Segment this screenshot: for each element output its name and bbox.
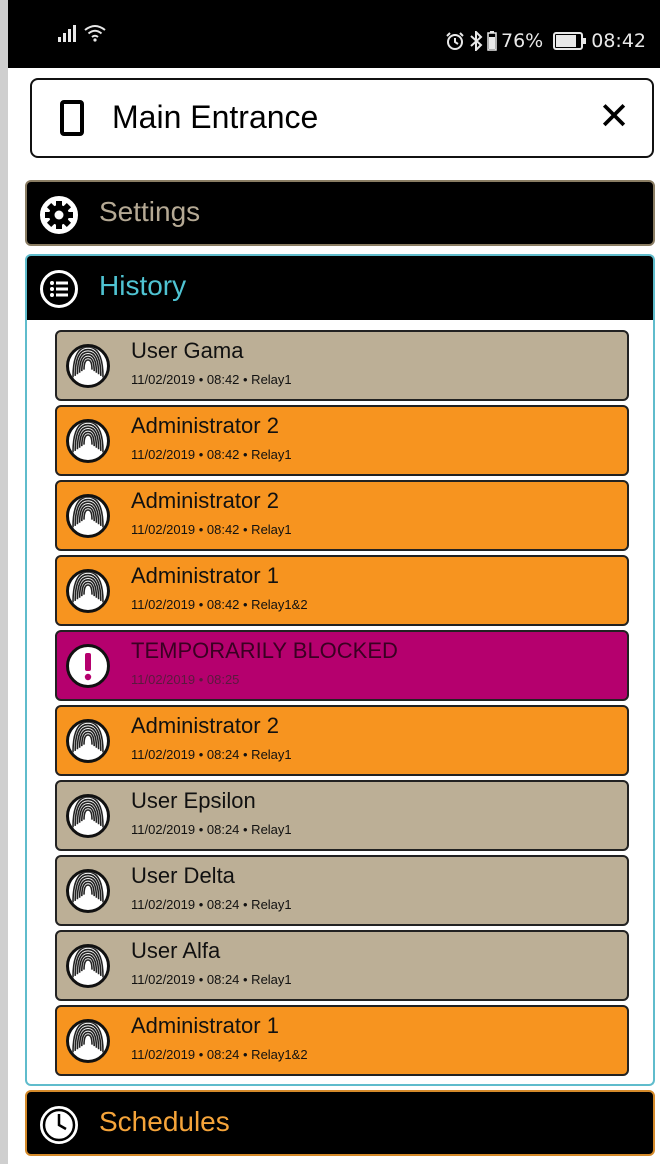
history-entry-meta: 11/02/2019 • 08:24 • Relay1 bbox=[131, 822, 292, 837]
history-entry-meta: 11/02/2019 • 08:42 • Relay1 bbox=[131, 372, 292, 387]
schedules-label: Schedules bbox=[99, 1106, 230, 1137]
history-entry[interactable]: Administrator 2 11/02/2019 • 08:42 • Rela… bbox=[55, 405, 629, 476]
warning-icon bbox=[66, 644, 110, 688]
history-entry[interactable]: User Alfa 11/02/2019 • 08:24 • Relay1 bbox=[55, 930, 629, 1001]
status-left bbox=[58, 24, 106, 42]
close-button[interactable]: ✕ bbox=[598, 94, 630, 138]
history-entry-name: User Gama bbox=[131, 338, 244, 363]
gear-icon bbox=[37, 193, 81, 237]
history-entry[interactable]: User Epsilon 11/02/2019 • 08:24 • Relay1 bbox=[55, 780, 629, 851]
alarm-icon bbox=[446, 32, 464, 50]
history-entry-name: Administrator 2 bbox=[131, 713, 279, 738]
clock-icon bbox=[37, 1103, 81, 1147]
history-entry-meta: 11/02/2019 • 08:25 bbox=[131, 672, 240, 687]
phone-screen: 76% 08:42 Main Entrance ✕ Settings Histo… bbox=[8, 0, 660, 1164]
settings-label: Settings bbox=[99, 196, 201, 227]
battery-icon bbox=[553, 32, 587, 50]
settings-section-header[interactable]: Settings bbox=[25, 180, 655, 246]
fingerprint-icon bbox=[66, 944, 110, 988]
history-entry-meta: 11/02/2019 • 08:42 • Relay1&2 bbox=[131, 597, 308, 612]
fingerprint-icon bbox=[66, 494, 110, 538]
battery-vertical-icon bbox=[487, 31, 497, 51]
bluetooth-icon bbox=[470, 31, 483, 51]
history-panel: User Gama 11/02/2019 • 08:42 • Relay1 Admi… bbox=[25, 320, 655, 1086]
history-entry-meta: 11/02/2019 • 08:42 • Relay1 bbox=[131, 447, 292, 462]
history-entry-meta: 11/02/2019 • 08:24 • Relay1 bbox=[131, 897, 292, 912]
status-right: 76% 08:42 bbox=[445, 30, 646, 52]
history-entry[interactable]: User Gama 11/02/2019 • 08:42 • Relay1 bbox=[55, 330, 629, 401]
history-entry[interactable]: Administrator 2 11/02/2019 • 08:24 • Rela… bbox=[55, 705, 629, 776]
fingerprint-icon bbox=[66, 1019, 110, 1063]
history-list[interactable]: User Gama 11/02/2019 • 08:42 • Relay1 Admi… bbox=[55, 330, 629, 1080]
history-entry-name: Administrator 1 bbox=[131, 563, 279, 588]
fingerprint-icon bbox=[66, 419, 110, 463]
history-entry-meta: 11/02/2019 • 08:24 • Relay1 bbox=[131, 747, 292, 762]
fingerprint-icon bbox=[66, 869, 110, 913]
history-entry[interactable]: Administrator 2 11/02/2019 • 08:42 • Rela… bbox=[55, 480, 629, 551]
history-entry-name: TEMPORARILY BLOCKED bbox=[131, 638, 398, 663]
history-entry[interactable]: Administrator 1 11/02/2019 • 08:42 • Rela… bbox=[55, 555, 629, 626]
history-entry[interactable]: Administrator 1 11/02/2019 • 08:24 • Rela… bbox=[55, 1005, 629, 1076]
history-entry-name: User Delta bbox=[131, 863, 235, 888]
fingerprint-icon bbox=[66, 719, 110, 763]
page-title: Main Entrance bbox=[112, 99, 319, 135]
battery-percent: 76% bbox=[501, 30, 544, 52]
fingerprint-icon bbox=[66, 794, 110, 838]
history-entry-meta: 11/02/2019 • 08:24 • Relay1&2 bbox=[131, 1047, 308, 1062]
fingerprint-icon bbox=[66, 569, 110, 613]
schedules-section-header[interactable]: Schedules bbox=[25, 1090, 655, 1156]
history-entry-name: Administrator 2 bbox=[131, 488, 279, 513]
status-bar: 76% 08:42 bbox=[8, 0, 660, 68]
history-entry[interactable]: User Delta 11/02/2019 • 08:24 • Relay1 bbox=[55, 855, 629, 926]
wifi-icon bbox=[84, 25, 106, 42]
history-entry[interactable]: TEMPORARILY BLOCKED 11/02/2019 • 08:25 bbox=[55, 630, 629, 701]
status-time: 08:42 bbox=[591, 30, 646, 52]
signal-icon bbox=[58, 24, 76, 42]
history-entry-name: Administrator 1 bbox=[131, 1013, 279, 1038]
history-entry-meta: 11/02/2019 • 08:42 • Relay1 bbox=[131, 522, 292, 537]
history-entry-meta: 11/02/2019 • 08:24 • Relay1 bbox=[131, 972, 292, 987]
history-entry-name: User Epsilon bbox=[131, 788, 256, 813]
phone-device-icon bbox=[60, 100, 84, 136]
history-entry-name: User Alfa bbox=[131, 938, 221, 963]
device-title-bar: Main Entrance ✕ bbox=[30, 78, 654, 158]
history-label: History bbox=[99, 270, 187, 301]
history-entry-name: Administrator 2 bbox=[131, 413, 279, 438]
list-icon bbox=[37, 267, 81, 311]
history-section-header[interactable]: History bbox=[25, 254, 655, 320]
fingerprint-icon bbox=[66, 344, 110, 388]
